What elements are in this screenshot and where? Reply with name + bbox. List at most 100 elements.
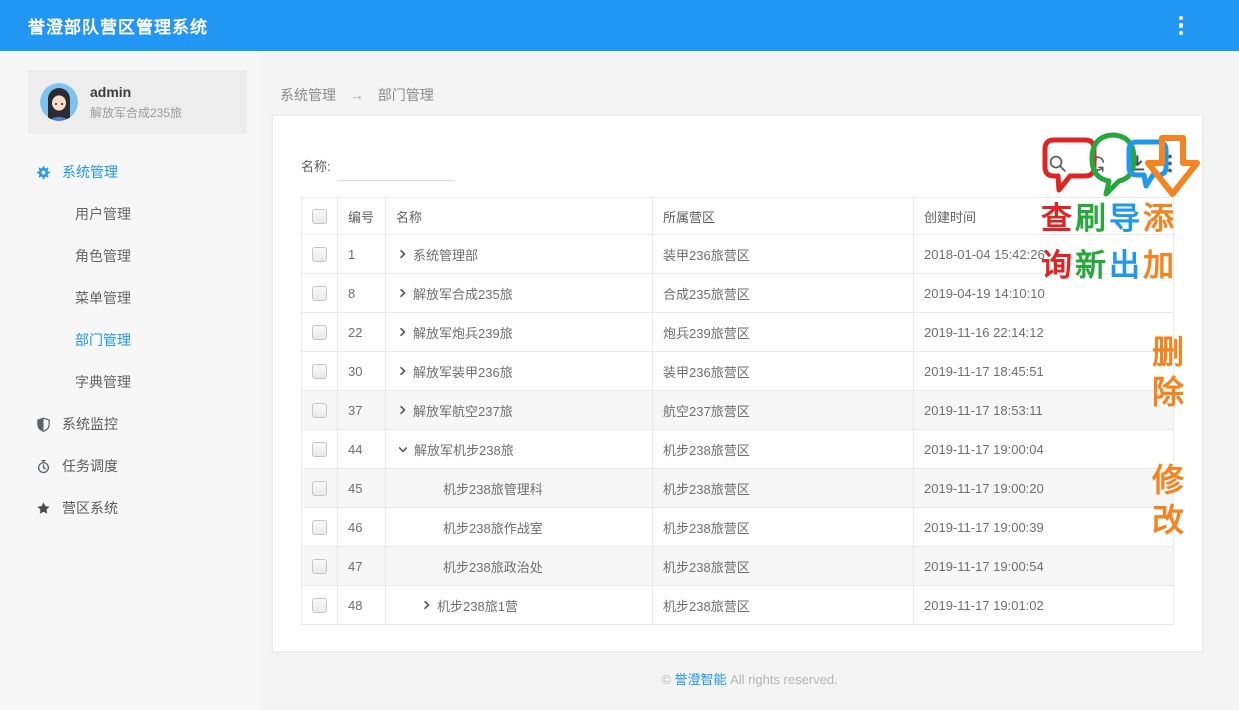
breadcrumb: 系统管理 → 部门管理 bbox=[280, 85, 1239, 102]
row-checkbox[interactable] bbox=[312, 325, 327, 340]
more-button[interactable] bbox=[1166, 152, 1174, 175]
table-row: 30 解放军装甲236旅 装甲236旅营区2019-11-17 18:45:51 bbox=[302, 352, 1174, 391]
row-checkbox[interactable] bbox=[312, 559, 327, 574]
name-search-label: 名称: bbox=[301, 156, 331, 181]
refresh-button[interactable] bbox=[1086, 152, 1109, 175]
cell-camp: 机步238旅营区 bbox=[653, 430, 914, 469]
cell-created-time: 2019-11-17 19:00:54 bbox=[914, 547, 1174, 586]
table-row: 46机步238旅作战室机步238旅营区2019-11-17 19:00:39 bbox=[302, 508, 1174, 547]
chevron-right-icon[interactable] bbox=[398, 366, 407, 376]
table-row: 22解放军炮兵239旅炮兵239旅营区2019-11-16 22:14:12 bbox=[302, 313, 1174, 352]
table-row: 8 解放军合成235旅 合成235旅营区2019-04-19 14:10:10 bbox=[302, 274, 1174, 313]
row-checkbox[interactable] bbox=[312, 403, 327, 418]
table-row: 37解放军航空237旅航空237旅营区2019-11-17 18:53:11 bbox=[302, 391, 1174, 430]
row-checkbox[interactable] bbox=[312, 364, 327, 379]
cell-camp: 装甲236旅营区 bbox=[653, 235, 914, 274]
cell-camp: 机步238旅营区 bbox=[653, 508, 914, 547]
select-all-checkbox[interactable] bbox=[312, 209, 327, 224]
cell-department-name: 机步238旅政治处 bbox=[443, 557, 543, 576]
gear-icon bbox=[36, 165, 51, 180]
header-kebab-menu-icon[interactable] bbox=[1175, 12, 1188, 40]
star-icon bbox=[36, 501, 51, 516]
sidebar-item-dictionary-management[interactable]: 字典管理 bbox=[0, 361, 260, 403]
cell-camp: 机步238旅营区 bbox=[653, 469, 914, 508]
cell-created-time: 2018-01-04 15:42:26 bbox=[914, 235, 1174, 274]
table-row: 45机步238旅管理科机步238旅营区2019-11-17 19:00:20 bbox=[302, 469, 1174, 508]
sidebar-item-camp-system[interactable]: 营区系统 bbox=[0, 487, 260, 529]
cell-id: 1 bbox=[338, 235, 386, 274]
chevron-down-icon[interactable] bbox=[398, 445, 408, 454]
sidebar-item-task-scheduler[interactable]: 任务调度 bbox=[0, 445, 260, 487]
cell-department-name: 解放军航空237旅 bbox=[413, 401, 513, 420]
cell-id: 8 bbox=[338, 274, 386, 313]
cell-created-time: 2019-11-17 19:01:02 bbox=[914, 586, 1174, 625]
sidebar-item-system-management[interactable]: 系统管理 bbox=[0, 151, 260, 193]
table-row: 48机步238旅1营机步238旅营区2019-11-17 19:01:02 bbox=[302, 586, 1174, 625]
cell-department-name: 解放军合成235旅 bbox=[413, 284, 513, 303]
cell-created-time: 2019-04-19 14:10:10 bbox=[914, 274, 1174, 313]
cell-department-name: 机步238旅作战室 bbox=[443, 518, 543, 537]
name-search-form: 名称: bbox=[301, 155, 455, 181]
sidebar-item-system-monitor[interactable]: 系统监控 bbox=[0, 403, 260, 445]
chevron-right-icon[interactable] bbox=[398, 249, 407, 259]
cell-camp: 炮兵239旅营区 bbox=[653, 313, 914, 352]
row-checkbox[interactable] bbox=[312, 598, 327, 613]
content-card: 名称: bbox=[272, 115, 1203, 652]
clock-icon bbox=[36, 459, 51, 474]
breadcrumb-item-system-management[interactable]: 系统管理 bbox=[280, 87, 336, 103]
cell-created-time: 2019-11-17 19:00:20 bbox=[914, 469, 1174, 508]
chevron-right-icon[interactable] bbox=[398, 327, 407, 337]
breadcrumb-separator: → bbox=[350, 87, 364, 103]
cell-created-time: 2019-11-16 22:14:12 bbox=[914, 313, 1174, 352]
app-title: 誉澄部队营区管理系统 bbox=[28, 13, 208, 38]
cell-camp: 航空237旅营区 bbox=[653, 391, 914, 430]
column-header-created: 创建时间 bbox=[914, 198, 1174, 235]
cell-department-name: 解放军机步238旅 bbox=[414, 440, 514, 459]
cell-created-time: 2019-11-17 18:45:51 bbox=[914, 352, 1174, 391]
search-button[interactable] bbox=[1046, 152, 1069, 175]
rights-text: All rights reserved. bbox=[730, 672, 838, 687]
cell-id: 44 bbox=[338, 430, 386, 469]
row-checkbox[interactable] bbox=[312, 442, 327, 457]
table-header-row: 编号 名称 所属营区 创建时间 bbox=[302, 198, 1174, 235]
user-department: 解放军合成235旅 bbox=[90, 104, 182, 121]
breadcrumb-item-department-management: 部门管理 bbox=[378, 87, 434, 103]
shield-icon bbox=[36, 417, 51, 432]
row-checkbox[interactable] bbox=[312, 247, 327, 262]
sidebar-item-label: 营区系统 bbox=[62, 498, 118, 518]
chevron-right-icon[interactable] bbox=[398, 405, 407, 415]
cell-id: 47 bbox=[338, 547, 386, 586]
table-row: 47 机步238旅政治处 机步238旅营区2019-11-17 19:00:54 bbox=[302, 547, 1174, 586]
row-checkbox[interactable] bbox=[312, 481, 327, 496]
sidebar-item-department-management[interactable]: 部门管理 bbox=[0, 319, 260, 361]
cell-camp: 机步238旅营区 bbox=[653, 586, 914, 625]
main-content: 系统管理 → 部门管理 名称: bbox=[260, 51, 1239, 710]
cell-camp: 机步238旅营区 bbox=[653, 547, 914, 586]
cell-department-name: 解放军装甲236旅 bbox=[413, 362, 513, 381]
row-checkbox[interactable] bbox=[312, 520, 327, 535]
sidebar-item-user-management[interactable]: 用户管理 bbox=[0, 193, 260, 235]
cell-id: 46 bbox=[338, 508, 386, 547]
table-toolbar bbox=[1046, 152, 1174, 181]
cell-camp: 装甲236旅营区 bbox=[653, 352, 914, 391]
cell-id: 30 bbox=[338, 352, 386, 391]
department-table: 编号 名称 所属营区 创建时间 1系统管理部装甲236旅营区2018-01-04… bbox=[301, 197, 1174, 625]
cell-created-time: 2019-11-17 18:53:11 bbox=[914, 391, 1174, 430]
column-header-name: 名称 bbox=[386, 198, 653, 235]
chevron-right-icon[interactable] bbox=[422, 600, 431, 610]
sidebar-item-label: 任务调度 bbox=[62, 456, 118, 476]
chevron-right-icon[interactable] bbox=[398, 288, 407, 298]
row-checkbox[interactable] bbox=[312, 286, 327, 301]
name-search-input[interactable] bbox=[337, 155, 455, 181]
user-card: admin 解放军合成235旅 bbox=[28, 70, 247, 134]
sidebar-item-label: 系统监控 bbox=[62, 414, 118, 434]
sidebar-item-role-management[interactable]: 角色管理 bbox=[0, 235, 260, 277]
cell-created-time: 2019-11-17 19:00:04 bbox=[914, 430, 1174, 469]
copyright-symbol: © bbox=[661, 672, 671, 687]
cell-department-name: 解放军炮兵239旅 bbox=[413, 323, 513, 342]
export-button[interactable] bbox=[1126, 152, 1149, 175]
cell-camp: 合成235旅营区 bbox=[653, 274, 914, 313]
brand-link[interactable]: 誉澄智能 bbox=[674, 672, 726, 687]
sidebar-item-menu-management[interactable]: 菜单管理 bbox=[0, 277, 260, 319]
table-row: 44 解放军机步238旅 机步238旅营区2019-11-17 19:00:04 bbox=[302, 430, 1174, 469]
